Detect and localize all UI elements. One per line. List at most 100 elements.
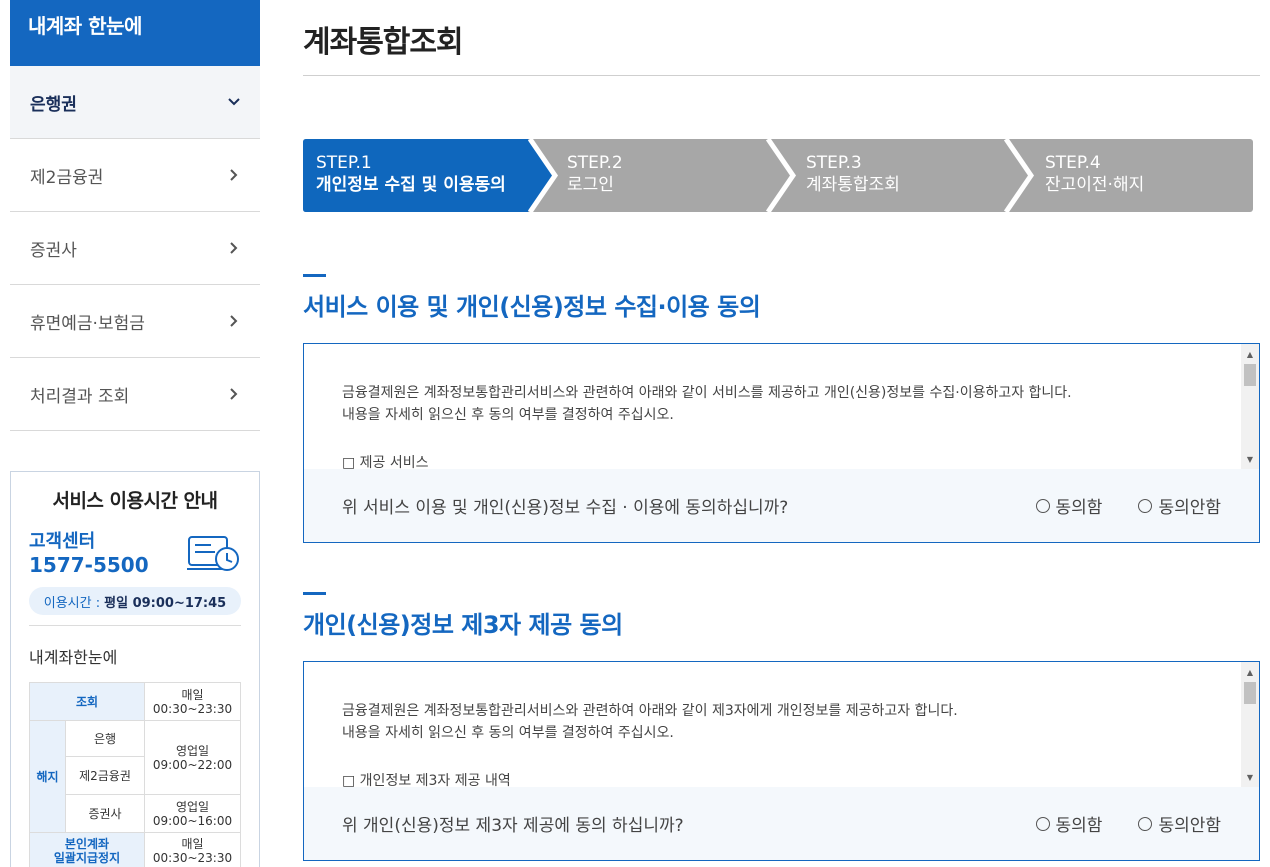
- hours-row-inquiry-time: 매일 00:30~23:30: [144, 682, 241, 721]
- step-number: STEP.3: [806, 153, 862, 173]
- customer-center: 고객센터 1577-5500: [29, 527, 241, 577]
- consent-row: 위 서비스 이용 및 개인(신용)정보 수집 · 이용에 동의하십니까? 동의함…: [304, 469, 1259, 542]
- scroll-down-icon[interactable]: ▼: [1241, 770, 1259, 784]
- main-content: 계좌통합조회 STEP.1 개인정보 수집 및 이용동의 STEP.2 로그인 …: [303, 0, 1260, 861]
- hours-subtitle: 내계좌한눈에: [29, 648, 118, 667]
- service-hours-box: 서비스 이용시간 안내 고객센터 1577-5500 이용시간 : 평일 09:…: [10, 471, 260, 867]
- disagree-radio[interactable]: 동의안함: [1138, 493, 1221, 518]
- terms-line: 내용을 자세히 읽으신 후 동의 여부를 결정하여 주십시오.: [342, 725, 674, 741]
- step-label: 개인정보 수집 및 이용동의: [316, 175, 506, 195]
- disagree-label: 동의안함: [1158, 816, 1221, 836]
- service-hours-title: 서비스 이용시간 안내: [52, 490, 218, 512]
- consent-question: 위 개인(신용)정보 제3자 제공에 동의 하십니까?: [342, 816, 684, 836]
- step-number: STEP.2: [567, 153, 623, 173]
- hours-self-stop-time: 매일 00:30~23:30: [144, 832, 241, 867]
- chevron-right-icon: [228, 242, 240, 254]
- step-3: STEP.3 계좌통합조회: [806, 152, 900, 196]
- sidebar-item-label: 제2금융권: [30, 167, 104, 188]
- scrollbar[interactable]: ▲ ▼: [1241, 662, 1259, 787]
- divider: [29, 625, 241, 626]
- section-accent-bar: [303, 274, 326, 277]
- terms-line: 금융결제원은 계좌정보통합관리서비스와 관련하여 아래와 같이 제3자에게 개인…: [342, 703, 958, 719]
- chevron-right-icon: [228, 169, 240, 181]
- section-accent-bar: [303, 592, 326, 595]
- step-1: STEP.1 개인정보 수집 및 이용동의: [316, 152, 506, 196]
- time-line: 매일: [181, 687, 204, 702]
- terms-text: 금융결제원은 계좌정보통합관리서비스와 관련하여 아래와 같이 서비스를 제공하…: [342, 382, 1222, 469]
- sidebar-item-second-tier[interactable]: 제2금융권: [10, 139, 260, 212]
- hours-cancel-label: 해지: [29, 720, 66, 833]
- time-line: 00:30~23:30: [152, 850, 233, 865]
- radio-circle-icon: [1035, 816, 1050, 831]
- disagree-label: 동의안함: [1158, 498, 1221, 518]
- terms-line: □ 제공 서비스: [342, 455, 429, 469]
- sidebar-item-securities[interactable]: 증권사: [10, 212, 260, 285]
- radio-circle-icon: [1138, 498, 1153, 513]
- section-title: 개인(신용)정보 제3자 제공 동의: [303, 611, 623, 639]
- schedule-icon: [187, 531, 241, 581]
- scroll-up-icon[interactable]: ▲: [1241, 665, 1259, 679]
- scroll-down-icon[interactable]: ▼: [1241, 452, 1259, 466]
- section-header: 서비스 이용 및 개인(신용)정보 수집·이용 동의: [303, 274, 761, 322]
- hours-bank: 은행: [65, 720, 145, 757]
- consent-question: 위 서비스 이용 및 개인(신용)정보 수집 · 이용에 동의하십니까?: [342, 498, 789, 518]
- terms-scroll-area[interactable]: 금융결제원은 계좌정보통합관리서비스와 관련하여 아래와 같이 서비스를 제공하…: [304, 344, 1259, 469]
- sidebar: 내계좌 한눈에 은행권 제2금융권 증권사 휴면예금·보험금 처리결과 조회 서…: [10, 0, 260, 867]
- terms-box-third-party: 금융결제원은 계좌정보통합관리서비스와 관련하여 아래와 같이 제3자에게 개인…: [303, 661, 1260, 861]
- agree-radio[interactable]: 동의함: [1035, 493, 1103, 518]
- disagree-radio[interactable]: 동의안함: [1138, 811, 1221, 836]
- chevron-right-icon: [228, 388, 240, 400]
- step-label: 잔고이전·해지: [1045, 175, 1145, 195]
- scrollbar-thumb[interactable]: [1244, 682, 1256, 704]
- chevron-down-icon: [228, 96, 240, 108]
- sidebar-item-label: 은행권: [30, 94, 77, 115]
- agree-label: 동의함: [1055, 816, 1103, 836]
- hours-bank-time: 영업일 09:00~22:00: [144, 720, 241, 795]
- hours-self-stop: 본인계좌 일괄지급정지: [29, 832, 145, 867]
- service-time-label: 이용시간 :: [43, 595, 101, 611]
- hours-second-tier: 제2금융권: [65, 756, 145, 795]
- step-4: STEP.4 잔고이전·해지: [1045, 152, 1144, 196]
- service-time-value: 평일 09:00~17:45: [104, 595, 227, 611]
- section-header: 개인(신용)정보 제3자 제공 동의: [303, 592, 623, 640]
- hours-row-inquiry-label: 조회: [29, 682, 145, 721]
- agree-radio[interactable]: 동의함: [1035, 811, 1103, 836]
- sidebar-item-label: 휴면예금·보험금: [30, 313, 145, 334]
- scrollbar-thumb[interactable]: [1244, 364, 1256, 386]
- section-title: 서비스 이용 및 개인(신용)정보 수집·이용 동의: [303, 293, 761, 321]
- time-line: 09:00~22:00: [152, 757, 233, 772]
- terms-line: 내용을 자세히 읽으신 후 동의 여부를 결정하여 주십시오.: [342, 407, 674, 423]
- terms-text: 금융결제원은 계좌정보통합관리서비스와 관련하여 아래와 같이 제3자에게 개인…: [342, 700, 1222, 787]
- step-label: 로그인: [567, 175, 614, 195]
- page-title: 계좌통합조회: [303, 0, 1260, 76]
- hours-table: 조회 매일 00:30~23:30 해지 은행 영업일 09:00~22:00 …: [29, 682, 241, 867]
- service-time-pill: 이용시간 : 평일 09:00~17:45: [29, 587, 241, 615]
- radio-circle-icon: [1035, 498, 1050, 513]
- time-line: 일괄지급정지: [53, 850, 121, 865]
- sidebar-item-results[interactable]: 처리결과 조회: [10, 358, 260, 431]
- sidebar-item-dormant[interactable]: 휴면예금·보험금: [10, 285, 260, 358]
- sidebar-title: 내계좌 한눈에: [10, 0, 260, 66]
- time-line: 영업일: [175, 743, 210, 758]
- consent-row: 위 개인(신용)정보 제3자 제공에 동의 하십니까? 동의함 동의안함: [304, 787, 1259, 860]
- step-number: STEP.1: [316, 153, 372, 173]
- scroll-up-icon[interactable]: ▲: [1241, 347, 1259, 361]
- step-2: STEP.2 로그인: [567, 152, 623, 196]
- time-line: 매일: [181, 836, 204, 851]
- chevron-right-icon: [228, 315, 240, 327]
- time-line: 09:00~16:00: [152, 813, 233, 828]
- time-line: 영업일: [175, 799, 210, 814]
- sidebar-item-label: 증권사: [30, 240, 77, 261]
- agree-label: 동의함: [1055, 498, 1103, 518]
- scrollbar[interactable]: ▲ ▼: [1241, 344, 1259, 469]
- time-line: 본인계좌: [64, 836, 110, 851]
- sidebar-item-bank[interactable]: 은행권: [10, 66, 260, 139]
- hours-securities: 증권사: [65, 794, 145, 833]
- terms-line: □ 개인정보 제3자 제공 내역: [342, 773, 511, 787]
- step-indicator: STEP.1 개인정보 수집 및 이용동의 STEP.2 로그인 STEP.3 …: [303, 139, 1253, 212]
- terms-box-collection: 금융결제원은 계좌정보통합관리서비스와 관련하여 아래와 같이 서비스를 제공하…: [303, 343, 1260, 543]
- step-label: 계좌통합조회: [806, 175, 900, 195]
- hours-securities-time: 영업일 09:00~16:00: [144, 794, 241, 833]
- terms-scroll-area[interactable]: 금융결제원은 계좌정보통합관리서비스와 관련하여 아래와 같이 제3자에게 개인…: [304, 662, 1259, 787]
- sidebar-item-label: 처리결과 조회: [30, 386, 130, 407]
